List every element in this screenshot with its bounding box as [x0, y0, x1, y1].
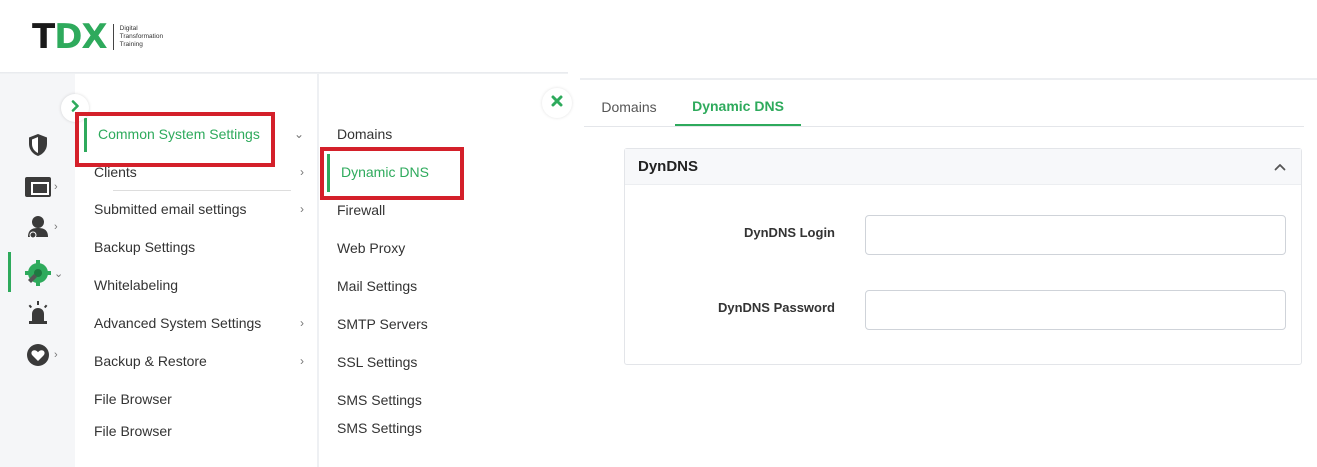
dyndns-panel: DynDNS DynDNS Login DynDNS Password: [624, 148, 1302, 365]
submenu-item-sms-settings[interactable]: SMS Settings: [337, 388, 422, 412]
chevron-right-icon: ›: [300, 165, 304, 179]
chevron-right-icon: ›: [300, 354, 304, 368]
dyndns-password-input[interactable]: [865, 290, 1286, 330]
menu-level-2: Domains Dynamic DNS Firewall Web Proxy M…: [319, 74, 568, 467]
rail-active-indicator: [8, 252, 11, 292]
submenu-item-ssl-settings[interactable]: SSL Settings: [337, 350, 417, 374]
shield-icon: [24, 131, 52, 159]
gear-icon: [24, 259, 52, 287]
rail-item-favorites[interactable]: ›: [24, 340, 68, 370]
submenu-item-domains[interactable]: Domains: [337, 122, 392, 146]
chevron-right-icon: ›: [300, 316, 304, 330]
icon-rail: › › ⌄ ›: [0, 74, 75, 467]
chevron-right-icon: ›: [54, 221, 58, 233]
menu-item-backup-settings[interactable]: Backup Settings: [94, 235, 304, 259]
submenu-item-sms-settings-duplicate[interactable]: SMS Settings: [337, 416, 422, 440]
heart-icon: [24, 341, 52, 369]
logo-tagline: Digital Transformation Training: [119, 25, 164, 48]
rail-item-security[interactable]: [24, 130, 68, 160]
close-submenu-button[interactable]: [542, 88, 572, 118]
tab-bar: Domains Dynamic DNS: [584, 88, 1304, 127]
chevron-down-icon: ⌄: [293, 127, 304, 141]
menu-divider: [113, 190, 291, 191]
highlight-common-system-settings: [75, 112, 275, 167]
chevron-up-icon[interactable]: [1273, 160, 1287, 174]
content-top-border: [580, 78, 1317, 80]
alarm-icon: [24, 299, 52, 327]
menu-item-file-browser[interactable]: File Browser: [94, 387, 304, 411]
submenu-item-smtp-servers[interactable]: SMTP Servers: [337, 312, 428, 336]
rail-item-dashboard[interactable]: ›: [24, 172, 68, 202]
chevron-right-icon: ›: [54, 181, 58, 193]
user-icon: [24, 213, 52, 241]
app-header: TDX Digital Transformation Training: [0, 0, 1317, 74]
submenu-item-firewall[interactable]: Firewall: [337, 198, 385, 222]
tdx-logo[interactable]: TDX Digital Transformation Training: [32, 20, 163, 54]
rail-item-alarms[interactable]: [24, 298, 68, 328]
panel-title: DynDNS: [638, 158, 699, 175]
highlight-dynamic-dns: [320, 147, 464, 200]
rail-item-settings[interactable]: ⌄: [24, 258, 68, 288]
chevron-right-icon: ›: [300, 202, 304, 216]
tab-domains[interactable]: Domains: [584, 88, 674, 126]
tab-dynamic-dns[interactable]: Dynamic DNS: [675, 88, 801, 126]
chevron-down-icon: ⌄: [54, 267, 64, 280]
submenu-item-web-proxy[interactable]: Web Proxy: [337, 236, 405, 260]
menu-item-advanced-system-settings[interactable]: Advanced System Settings ›: [94, 311, 304, 335]
menu-item-submitted-email-settings[interactable]: Submitted email settings ›: [94, 197, 304, 221]
dyndns-login-label: DynDNS Login: [744, 225, 835, 240]
logo-mark: TDX: [32, 17, 108, 57]
chevron-right-icon: ›: [54, 349, 58, 361]
panel-header[interactable]: DynDNS: [625, 149, 1301, 185]
menu-item-whitelabeling[interactable]: Whitelabeling: [94, 273, 304, 297]
dashboard-icon: [24, 173, 52, 201]
dyndns-password-label: DynDNS Password: [717, 300, 835, 315]
dyndns-login-input[interactable]: [865, 215, 1286, 255]
rail-item-users[interactable]: ›: [24, 212, 68, 242]
menu-item-backup-restore[interactable]: Backup & Restore ›: [94, 349, 304, 373]
close-icon: [551, 94, 563, 112]
logo-separator: [112, 24, 114, 50]
menu-item-file-browser-duplicate[interactable]: File Browser: [94, 419, 304, 443]
submenu-item-mail-settings[interactable]: Mail Settings: [337, 274, 417, 298]
